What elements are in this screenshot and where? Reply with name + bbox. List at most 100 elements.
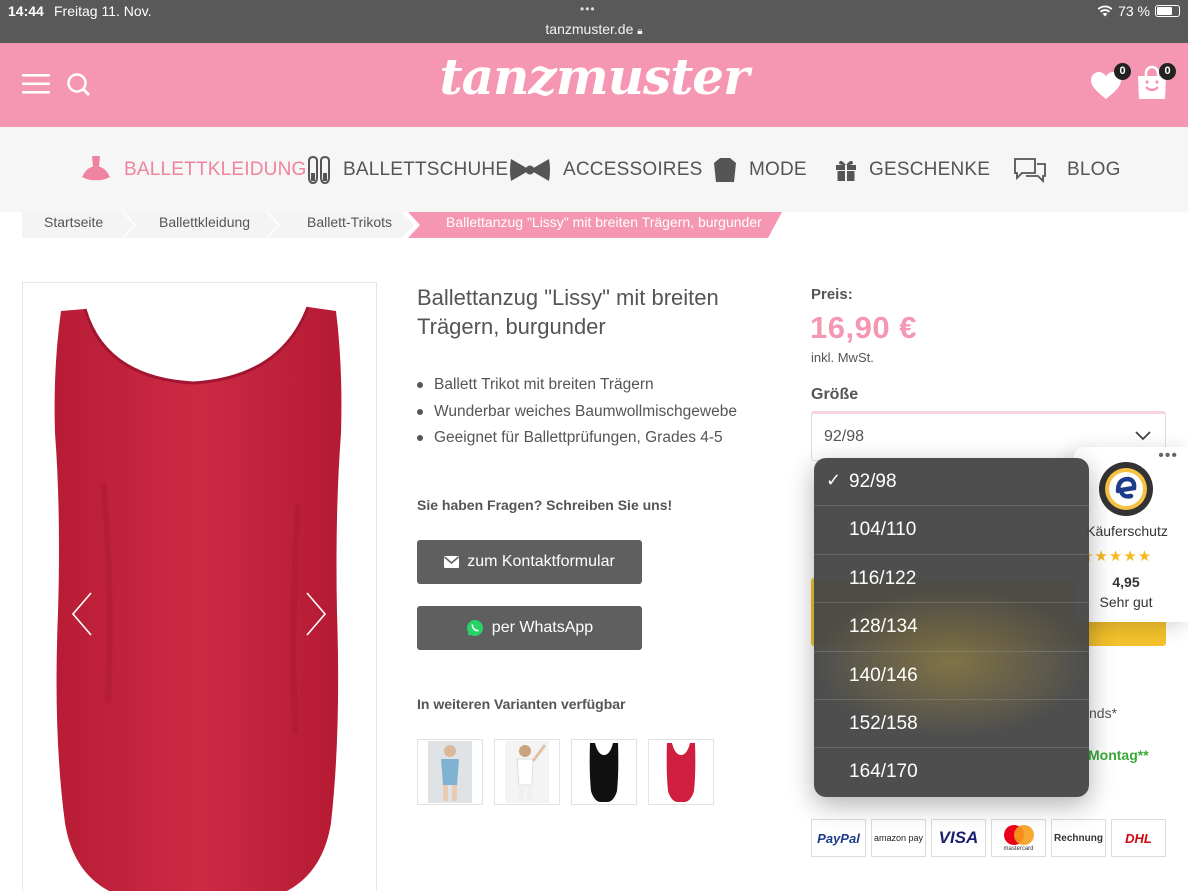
variant-red[interactable] <box>648 739 714 805</box>
url-text: tanzmuster.de <box>545 21 634 37</box>
site-logo[interactable]: tanzmuster <box>0 47 1188 106</box>
breadcrumb: Startseite Ballettkleidung Ballett-Triko… <box>22 212 782 238</box>
multitask-dots-icon[interactable]: ••• <box>580 2 596 16</box>
battery-percent: 73 % <box>1118 3 1150 19</box>
nav-item-ballettschuhe[interactable]: BALLETTSCHUHE <box>307 153 508 187</box>
delivery-info-partial: nds* <box>1089 705 1118 721</box>
size-option-label: 128/134 <box>849 616 918 638</box>
tax-note: inkl. MwSt. <box>811 350 874 365</box>
size-label: Größe <box>811 386 859 403</box>
payment-amazonpay-logo: amazon pay <box>871 819 926 857</box>
feature-list: Ballett Trikot mit breiten Trägern Wunde… <box>417 374 737 454</box>
size-select-value: 92/98 <box>824 428 865 445</box>
rating-stars-icon: ★★★★★ <box>1080 548 1153 565</box>
contact-form-label: zum Kontaktformular <box>467 553 615 570</box>
size-option-label: 116/122 <box>849 567 917 589</box>
main-navigation: BALLETTKLEIDUNG BALLETTSCHUHE ACCESSOIRE… <box>0 127 1188 212</box>
nav-label: MODE <box>749 159 807 180</box>
gift-icon <box>836 160 856 181</box>
product-title: Ballettanzug "Lissy" mit breiten Trägern… <box>417 285 719 339</box>
questions-heading: Sie haben Fragen? Schreiben Sie uns! <box>417 497 673 513</box>
variant-thumbnail <box>428 741 472 803</box>
ballet-shoes-icon <box>308 155 330 185</box>
size-option[interactable]: 140/146 <box>814 652 1089 700</box>
nav-label: BALLETTKLEIDUNG <box>124 159 307 180</box>
size-option-label: 104/110 <box>849 519 917 541</box>
size-option[interactable]: 104/110 <box>814 506 1089 555</box>
payment-mastercard-logo: mastercard <box>991 819 1046 857</box>
cart-count-badge: 0 <box>1159 63 1176 80</box>
battery-status: 73 % <box>1097 3 1180 19</box>
ios-status-bar: 14:44 Freitag 11. Nov. ••• tanzmuster.de… <box>0 0 1188 43</box>
product-image-gallery[interactable] <box>22 282 377 891</box>
variant-thumbnail <box>589 743 619 802</box>
lock-icon: 🔒︎ <box>637 26 643 37</box>
sweater-icon <box>714 158 736 182</box>
mastercard-icon <box>1003 825 1034 845</box>
trusted-shops-seal-icon <box>1099 462 1153 516</box>
size-option[interactable]: 164/170 <box>814 748 1089 796</box>
feature-item: Geeignet für Ballettprüfungen, Grades 4-… <box>417 427 737 454</box>
size-option[interactable]: 152/158 <box>814 700 1089 749</box>
gallery-prev-arrow-icon[interactable] <box>71 591 93 637</box>
wishlist-button[interactable]: 0 <box>1090 63 1134 107</box>
payment-dhl-logo: DHL <box>1111 819 1166 857</box>
url-bar[interactable]: tanzmuster.de 🔒︎ <box>0 21 1188 37</box>
variant-thumbnail <box>666 743 696 802</box>
payment-rechnung-logo: Rechnung <box>1051 819 1106 857</box>
tutu-icon <box>82 156 110 181</box>
wishlist-count-badge: 0 <box>1114 63 1131 80</box>
variant-white[interactable] <box>494 739 560 805</box>
product-image <box>54 306 342 891</box>
mastercard-label: mastercard <box>1003 846 1034 852</box>
status-time: 14:44 <box>8 3 44 19</box>
variants-heading: In weiteren Varianten verfügbar <box>417 696 626 712</box>
bow-icon <box>510 159 550 181</box>
whatsapp-button[interactable]: per WhatsApp <box>417 606 642 650</box>
size-option-selected[interactable]: ✓ 92/98 <box>814 458 1089 507</box>
breadcrumb-current: Ballettanzug "Lissy" mit breiten Trägern… <box>446 214 762 230</box>
breadcrumb-ballett-trikots[interactable]: Ballett-Trikots <box>307 212 392 238</box>
delivery-day-partial: Montag** <box>1088 747 1149 763</box>
breadcrumb-ballettkleidung[interactable]: Ballettkleidung <box>159 212 250 238</box>
feature-item: Wunderbar weiches Baumwollmischgewebe <box>417 401 737 428</box>
chevron-down-icon <box>1135 431 1151 441</box>
size-option-label: 140/146 <box>849 664 918 686</box>
feature-item: Ballett Trikot mit breiten Trägern <box>417 374 737 401</box>
nav-label: GESCHENKE <box>869 159 991 180</box>
status-date: Freitag 11. Nov. <box>54 3 152 19</box>
nav-item-geschenke[interactable]: GESCHENKE <box>835 153 990 187</box>
product-price: 16,90 € <box>810 310 917 345</box>
trusted-shops-badge[interactable]: ••• Käuferschutz ★★★★★ 4,95 Sehr gut <box>1074 447 1188 622</box>
site-header: tanzmuster 0 0 <box>0 43 1188 127</box>
battery-icon <box>1155 5 1180 17</box>
size-option-label: 92/98 <box>849 471 897 492</box>
size-option[interactable]: 128/134 <box>814 603 1089 652</box>
nav-item-mode[interactable]: MODE <box>713 153 807 187</box>
variant-black[interactable] <box>571 739 637 805</box>
more-options-icon[interactable]: ••• <box>1158 447 1178 465</box>
variant-light-blue[interactable] <box>417 739 483 805</box>
nav-item-ballettkleidung[interactable]: BALLETTKLEIDUNG <box>80 153 307 187</box>
gallery-next-arrow-icon[interactable] <box>305 591 327 637</box>
nav-label: BLOG <box>1067 159 1121 180</box>
whatsapp-icon <box>466 620 483 636</box>
size-option[interactable]: 116/122 <box>814 555 1089 604</box>
battery-fill <box>1157 7 1173 15</box>
contact-form-button[interactable]: zum Kontaktformular <box>417 540 642 584</box>
rating-verdict: Sehr gut <box>1099 594 1153 610</box>
rating-score: 4,95 <box>1112 574 1140 590</box>
cart-button[interactable]: 0 <box>1136 63 1182 107</box>
size-option-label: 164/170 <box>849 761 918 783</box>
chat-bubbles-icon <box>1014 158 1046 184</box>
price-label: Preis: <box>811 286 853 303</box>
breadcrumb-startseite[interactable]: Startseite <box>44 212 103 238</box>
envelope-icon <box>444 556 460 568</box>
nav-item-blog[interactable]: BLOG <box>1013 153 1121 187</box>
payment-paypal-logo: PayPal <box>811 819 866 857</box>
checkmark-icon: ✓ <box>826 470 842 490</box>
payment-visa-logo: VISA <box>931 819 986 857</box>
nav-item-accessoires[interactable]: ACCESSOIRES <box>509 153 702 187</box>
nav-label: ACCESSOIRES <box>563 159 703 180</box>
variant-thumbnail <box>505 741 549 803</box>
